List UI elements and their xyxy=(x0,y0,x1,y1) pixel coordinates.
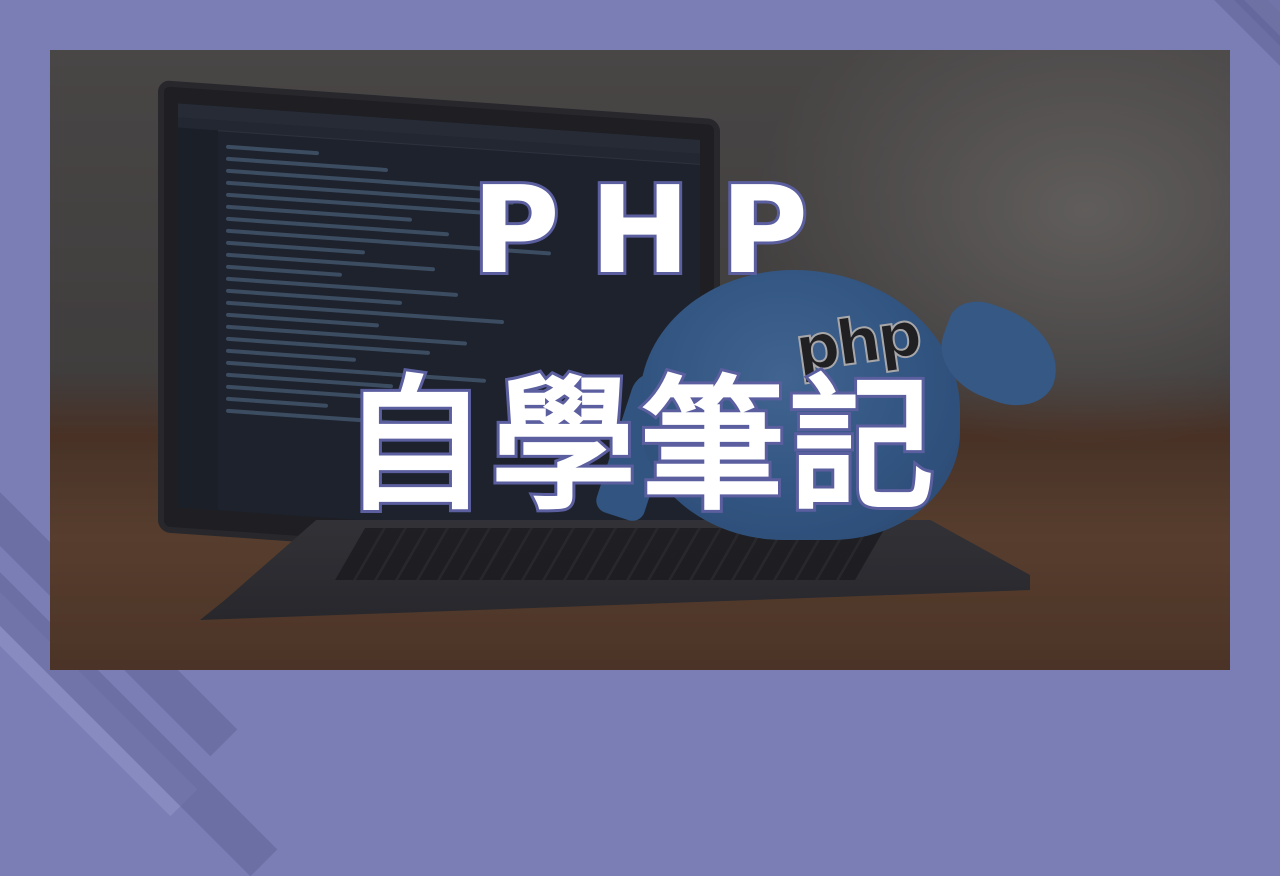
photo-overlay xyxy=(50,50,1230,670)
hero-photo: php PHP 自學筆記 xyxy=(50,50,1230,670)
title-study-notes: 自學筆記 xyxy=(339,359,938,534)
title-php: PHP xyxy=(469,159,839,304)
